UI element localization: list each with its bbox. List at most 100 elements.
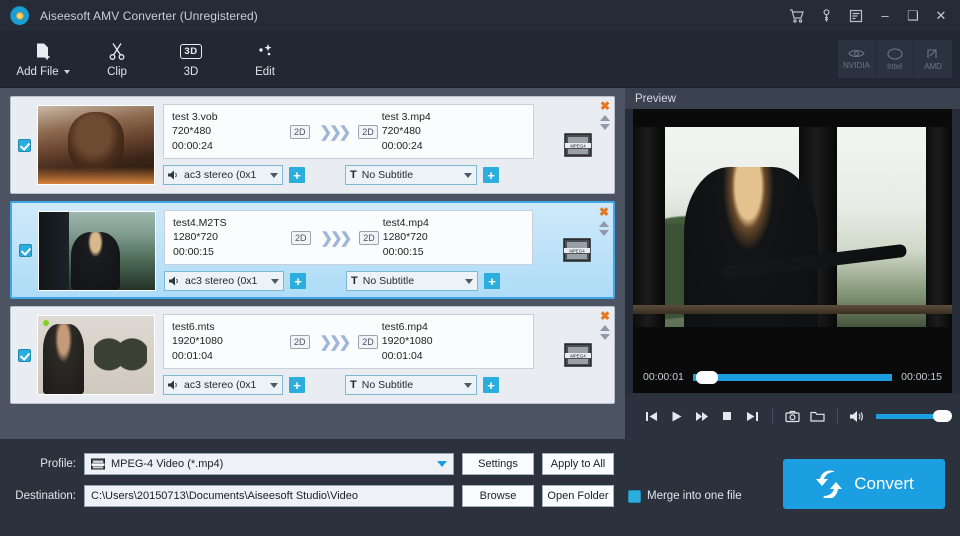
settings-button[interactable]: Settings [462, 453, 534, 475]
chevron-down-icon[interactable] [465, 278, 473, 284]
row-format-cell: MPEG4 ✖ [542, 97, 614, 193]
seek-slider[interactable] [692, 370, 893, 384]
next-button[interactable] [740, 402, 765, 430]
previous-button[interactable] [639, 402, 664, 430]
move-down-icon[interactable] [599, 124, 610, 130]
volume-handle[interactable] [933, 409, 953, 422]
row-action-buttons: ✖ [599, 310, 610, 340]
output-resolution: 1920*1080 [381, 335, 433, 348]
key-icon[interactable] [812, 3, 840, 29]
audio-track-select[interactable]: ac3 stereo (0x1 [163, 375, 283, 395]
video-thumbnail[interactable] [37, 105, 155, 185]
chevron-down-icon[interactable] [464, 382, 472, 388]
clip-button[interactable]: Clip [80, 33, 154, 86]
add-subtitle-button[interactable]: + [483, 167, 499, 183]
edit-button[interactable]: Edit [228, 33, 302, 86]
amd-acceleration-button[interactable]: AMD [914, 40, 952, 78]
convert-button[interactable]: Convert [783, 459, 945, 509]
move-up-icon[interactable] [599, 325, 610, 331]
preview-title: Preview [625, 88, 960, 109]
table-row[interactable]: test 3.vob 720*480 00:00:24 2D ❯❯❯ 2D te… [10, 96, 615, 194]
apply-to-all-button[interactable]: Apply to All [542, 453, 614, 475]
row-checkbox-cell [12, 203, 38, 297]
output-file-name: test4.mp4 [382, 216, 429, 229]
maximize-button[interactable]: ❑ [900, 3, 926, 29]
remove-row-button[interactable]: ✖ [600, 100, 610, 112]
main-toolbar: Add File Clip 3D 3D Edit NVIDIA Intel AM… [0, 31, 960, 88]
add-subtitle-button[interactable]: + [483, 377, 499, 393]
snapshot-button[interactable] [780, 402, 805, 430]
volume-slider[interactable] [876, 409, 953, 422]
add-file-button[interactable]: Add File [6, 33, 80, 86]
add-audio-track-button[interactable]: + [289, 167, 305, 183]
move-down-icon[interactable] [599, 334, 610, 340]
video-thumbnail[interactable] [37, 315, 155, 395]
preview-frame-right [926, 109, 952, 361]
svg-text:MPEG4: MPEG4 [570, 353, 586, 358]
chevron-down-icon[interactable] [270, 172, 278, 178]
add-audio-track-button[interactable]: + [290, 273, 306, 289]
forward-button[interactable] [689, 402, 714, 430]
convert-arrow-icon: ❯❯❯ [319, 333, 352, 351]
nvidia-acceleration-button[interactable]: NVIDIA [838, 40, 876, 78]
subtitle-select[interactable]: T No Subtitle [345, 375, 477, 395]
merge-label: Merge into one file [647, 490, 742, 502]
audio-track-select[interactable]: ac3 stereo (0x1 [164, 271, 284, 291]
profile-value: MPEG-4 Video (*.mp4) [111, 458, 224, 470]
play-button[interactable] [664, 402, 689, 430]
profile-select[interactable]: MPEG-4 Video (*.mp4) [84, 453, 454, 475]
output-duration: 00:01:04 [381, 349, 423, 362]
open-folder-button[interactable]: Open Folder [542, 485, 614, 507]
remove-row-button[interactable]: ✖ [600, 310, 610, 322]
row-format-cell: MPEG4 ✖ [541, 203, 613, 297]
row-select-checkbox[interactable] [17, 138, 31, 152]
source-dimension-badge: 2D [290, 124, 310, 139]
move-up-icon[interactable] [598, 221, 609, 227]
mpeg4-filmstrip-icon[interactable]: MPEG4 [563, 340, 593, 370]
subtitle-select[interactable]: T No Subtitle [345, 165, 477, 185]
mpeg4-filmstrip-icon[interactable]: MPEG4 [563, 130, 593, 160]
row-select-checkbox[interactable] [18, 243, 32, 257]
open-snapshot-folder-button[interactable] [805, 402, 830, 430]
chevron-down-icon[interactable] [464, 172, 472, 178]
video-thumbnail[interactable] [38, 211, 156, 291]
merge-into-one-file-toggle[interactable]: Merge into one file [628, 489, 742, 503]
register-icon[interactable] [842, 3, 870, 29]
volume-icon[interactable] [845, 402, 870, 430]
chevron-down-icon[interactable] [271, 278, 279, 284]
move-down-icon[interactable] [598, 230, 609, 236]
preview-rail [633, 305, 952, 314]
row-action-buttons: ✖ [598, 206, 609, 236]
output-file-name: test6.mp4 [381, 320, 428, 333]
row-select-checkbox[interactable] [17, 348, 31, 362]
chevron-down-icon[interactable] [270, 382, 278, 388]
table-row[interactable]: test6.mts 1920*1080 00:01:04 2D ❯❯❯ 2D t… [10, 306, 615, 404]
audio-track-value: ac3 stereo (0x1 [185, 275, 258, 287]
add-subtitle-button[interactable]: + [484, 273, 500, 289]
3d-badge-icon: 3D [180, 41, 202, 63]
chevron-down-icon[interactable] [63, 69, 70, 74]
move-up-icon[interactable] [599, 115, 610, 121]
cart-icon[interactable] [782, 3, 810, 29]
stop-button[interactable] [715, 402, 740, 430]
seek-handle[interactable] [695, 370, 718, 384]
browse-button[interactable]: Browse [462, 485, 534, 507]
add-audio-track-button[interactable]: + [289, 377, 305, 393]
destination-input[interactable]: C:\Users\20150713\Documents\Aiseesoft St… [84, 485, 454, 507]
3d-button[interactable]: 3D 3D [154, 33, 228, 86]
remove-row-button[interactable]: ✖ [599, 206, 609, 218]
source-file-info: test6.mts 1920*1080 00:01:04 [172, 320, 290, 364]
chevron-down-icon[interactable] [437, 461, 447, 467]
mpeg4-filmstrip-icon[interactable]: MPEG4 [562, 235, 592, 265]
intel-acceleration-button[interactable]: Intel [876, 40, 914, 78]
convert-arrow-icon: ❯❯❯ [319, 123, 352, 141]
subtitle-select[interactable]: T No Subtitle [346, 271, 478, 291]
row-info: test6.mts 1920*1080 00:01:04 2D ❯❯❯ 2D t… [163, 314, 534, 369]
minimize-button[interactable]: – [872, 3, 898, 29]
video-preview[interactable] [633, 109, 952, 361]
merge-checkbox[interactable] [628, 489, 641, 503]
audio-track-select[interactable]: ac3 stereo (0x1 [163, 165, 283, 185]
subtitle-icon: T [350, 169, 357, 181]
table-row[interactable]: test4.M2TS 1280*720 00:00:15 2D ❯❯❯ 2D t… [10, 201, 615, 299]
close-button[interactable]: ✕ [928, 3, 954, 29]
